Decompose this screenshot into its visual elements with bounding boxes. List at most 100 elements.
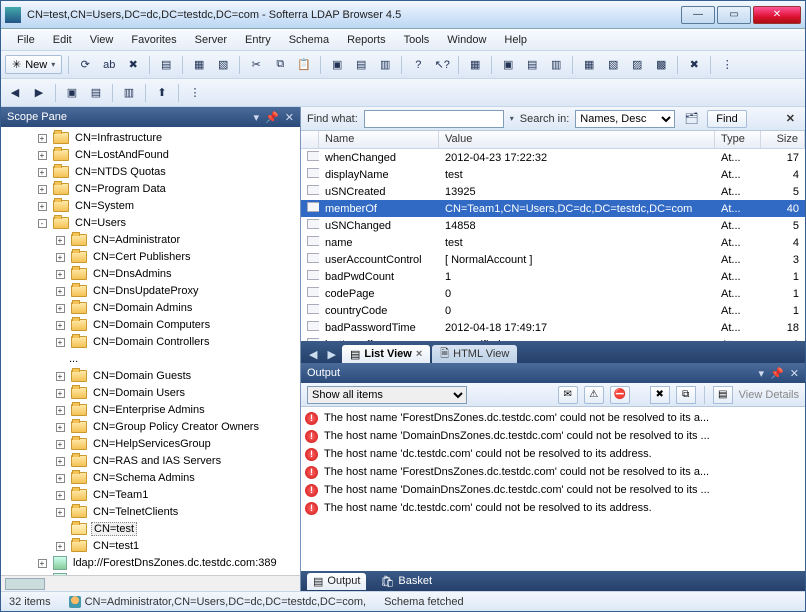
expand-icon[interactable]: + bbox=[56, 542, 65, 551]
menu-view[interactable]: View bbox=[82, 32, 122, 48]
tree-node[interactable]: +ldap://ForestDnsZones.dc.testdc.com:389 bbox=[1, 554, 300, 571]
tree-node[interactable]: +CN=Domain Admins bbox=[1, 299, 300, 316]
tree-node[interactable]: +CN=LostAndFound bbox=[1, 146, 300, 163]
overflow-icon[interactable]: ⋮ bbox=[717, 55, 737, 75]
grid-row[interactable]: codePage0At...1 bbox=[301, 285, 805, 302]
tree-node[interactable]: ... bbox=[1, 350, 300, 367]
tool-icon[interactable]: ▦ bbox=[465, 55, 485, 75]
nav-icon[interactable]: ▥ bbox=[119, 83, 139, 103]
expand-icon[interactable]: + bbox=[56, 474, 65, 483]
clear-icon[interactable]: ✖ bbox=[650, 386, 670, 404]
pin-icon[interactable]: 📌 bbox=[265, 111, 279, 124]
tree-node[interactable]: +CN=Domain Guests bbox=[1, 367, 300, 384]
back-icon[interactable]: ◀ bbox=[5, 83, 25, 103]
tree-node[interactable]: CN=test bbox=[1, 520, 300, 537]
grid-row[interactable]: badPwdCount1At...1 bbox=[301, 268, 805, 285]
tree-node[interactable]: +CN=Schema Admins bbox=[1, 469, 300, 486]
col-type[interactable]: Type bbox=[715, 131, 761, 148]
tree-node[interactable]: +CN=Team1 bbox=[1, 486, 300, 503]
tree-node[interactable]: +CN=NTDS Quotas bbox=[1, 163, 300, 180]
tree-node[interactable]: +CN=Domain Computers bbox=[1, 316, 300, 333]
whatsthis-icon[interactable]: ↖? bbox=[432, 55, 452, 75]
grid-row[interactable]: displayNametestAt...4 bbox=[301, 166, 805, 183]
chevron-down-icon[interactable]: ▾ bbox=[510, 114, 514, 123]
find-what-input[interactable] bbox=[364, 110, 504, 128]
tool-icon[interactable]: ▣ bbox=[327, 55, 347, 75]
expand-icon[interactable]: + bbox=[38, 202, 47, 211]
output-filter[interactable]: Show all items bbox=[307, 386, 467, 404]
find-button[interactable]: Find bbox=[707, 110, 746, 128]
refresh-icon[interactable]: ⟳ bbox=[75, 55, 95, 75]
expand-icon[interactable]: + bbox=[56, 457, 65, 466]
expand-icon[interactable]: - bbox=[38, 219, 47, 228]
expand-icon[interactable]: + bbox=[56, 236, 65, 245]
expand-icon[interactable]: + bbox=[38, 168, 47, 177]
close-icon[interactable]: ✕ bbox=[782, 112, 799, 125]
output-message[interactable]: !The host name 'ForestDnsZones.dc.testdc… bbox=[305, 409, 801, 427]
col-size[interactable]: Size bbox=[761, 131, 805, 148]
help-icon[interactable]: ? bbox=[408, 55, 428, 75]
tab-output[interactable]: ▤ Output bbox=[307, 573, 366, 590]
delete-icon[interactable]: ✖ bbox=[123, 55, 143, 75]
tool-icon[interactable]: ▣ bbox=[498, 55, 518, 75]
expand-icon[interactable]: + bbox=[56, 508, 65, 517]
copy-icon[interactable]: ⧉ bbox=[270, 55, 290, 75]
expand-icon[interactable]: + bbox=[56, 253, 65, 262]
tool-icon[interactable]: ✖ bbox=[684, 55, 704, 75]
tree-node[interactable]: +CN=System bbox=[1, 197, 300, 214]
menu-reports[interactable]: Reports bbox=[339, 32, 394, 48]
tree-node[interactable]: +CN=Domain Users bbox=[1, 384, 300, 401]
tree-node[interactable]: +CN=test1 bbox=[1, 537, 300, 554]
dropdown-icon[interactable]: ▾ bbox=[254, 111, 260, 124]
expand-icon[interactable]: + bbox=[38, 151, 47, 160]
expand-icon[interactable]: + bbox=[38, 559, 47, 568]
expand-icon[interactable]: + bbox=[56, 423, 65, 432]
tree-node[interactable]: +CN=Cert Publishers bbox=[1, 248, 300, 265]
properties-icon[interactable]: ▤ bbox=[156, 55, 176, 75]
tab-basket[interactable]: 🛍 Basket bbox=[374, 573, 438, 590]
output-message[interactable]: !The host name 'ForestDnsZones.dc.testdc… bbox=[305, 463, 801, 481]
tree-node[interactable]: +CN=DnsUpdateProxy bbox=[1, 282, 300, 299]
forward-icon[interactable]: ▶ bbox=[29, 83, 49, 103]
grid-row[interactable]: badPasswordTime2012-04-18 17:49:17At...1… bbox=[301, 319, 805, 336]
tab-right-icon[interactable]: ▶ bbox=[323, 346, 339, 363]
tool-icon[interactable]: ▨ bbox=[627, 55, 647, 75]
menu-favorites[interactable]: Favorites bbox=[123, 32, 184, 48]
output-message[interactable]: !The host name 'dc.testdc.com' could not… bbox=[305, 445, 801, 463]
grid-row[interactable]: userAccountControl[ NormalAccount ]At...… bbox=[301, 251, 805, 268]
nav-icon[interactable]: ▤ bbox=[86, 83, 106, 103]
grid-row[interactable]: uSNCreated13925At...5 bbox=[301, 183, 805, 200]
tab-left-icon[interactable]: ◀ bbox=[305, 346, 321, 363]
menu-window[interactable]: Window bbox=[439, 32, 494, 48]
expand-icon[interactable]: + bbox=[38, 185, 47, 194]
col-value[interactable]: Value bbox=[439, 131, 715, 148]
tree-node[interactable]: +CN=DnsAdmins bbox=[1, 265, 300, 282]
search-in-select[interactable]: Names, Desc bbox=[575, 110, 675, 128]
tree-node[interactable]: -CN=Users bbox=[1, 214, 300, 231]
tree-node[interactable]: +CN=Group Policy Creator Owners bbox=[1, 418, 300, 435]
grid-row[interactable]: uSNChanged14858At...5 bbox=[301, 217, 805, 234]
tree-node[interactable]: +CN=TelnetClients bbox=[1, 503, 300, 520]
details-icon[interactable]: ▤ bbox=[713, 386, 733, 404]
up-icon[interactable]: ⬆ bbox=[152, 83, 172, 103]
message-list[interactable]: !The host name 'ForestDnsZones.dc.testdc… bbox=[301, 407, 805, 571]
close-button[interactable]: ✕ bbox=[753, 6, 801, 24]
grid-row[interactable]: memberOfCN=Team1,CN=Users,DC=dc,DC=testd… bbox=[301, 200, 805, 217]
menu-file[interactable]: File bbox=[9, 32, 43, 48]
menu-help[interactable]: Help bbox=[496, 32, 535, 48]
tree[interactable]: +CN=Infrastructure+CN=LostAndFound+CN=NT… bbox=[1, 127, 300, 575]
tree-node[interactable]: +CN=RAS and IAS Servers bbox=[1, 452, 300, 469]
expand-icon[interactable]: + bbox=[56, 372, 65, 381]
minimize-button[interactable]: — bbox=[681, 6, 715, 24]
tab-html-view[interactable]: 🗎 HTML View bbox=[432, 345, 517, 363]
tool-icon[interactable]: ▧ bbox=[603, 55, 623, 75]
output-message[interactable]: !The host name 'dc.testdc.com' could not… bbox=[305, 499, 801, 517]
titlebar[interactable]: CN=test,CN=Users,DC=dc,DC=testdc,DC=com … bbox=[1, 1, 805, 29]
expand-icon[interactable]: + bbox=[56, 338, 65, 347]
menu-tools[interactable]: Tools bbox=[396, 32, 438, 48]
grid-header[interactable]: Name Value Type Size bbox=[301, 131, 805, 149]
rename-icon[interactable]: ab bbox=[99, 55, 119, 75]
close-icon[interactable]: ✕ bbox=[285, 111, 294, 124]
tool-icon[interactable]: ▤ bbox=[351, 55, 371, 75]
tool-icon[interactable]: ▥ bbox=[375, 55, 395, 75]
